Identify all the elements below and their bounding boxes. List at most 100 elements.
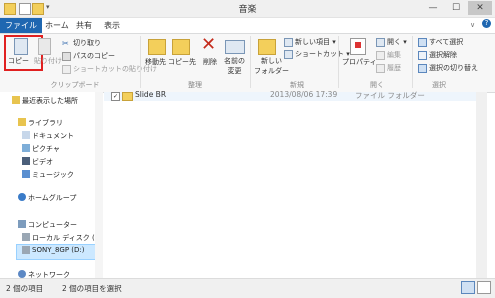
copy-path-button[interactable]: パスのコピー (62, 51, 115, 61)
nav-label: ローカル ディスク (C (32, 234, 100, 242)
new-folder-button[interactable]: 新しい フォルダー (254, 56, 289, 76)
open-label: 開く (387, 38, 401, 46)
removable-drive-icon (22, 246, 30, 254)
paste-shortcut-button[interactable]: ショートカットの貼り付け (62, 64, 157, 74)
delete-icon: ✕ (201, 34, 217, 55)
select-none-icon (418, 50, 427, 60)
group-separator (140, 36, 141, 88)
rename-icon (225, 40, 245, 54)
nav-scrollbar[interactable] (95, 92, 103, 278)
invert-selection-button[interactable]: 選択の切り替え (418, 63, 478, 73)
invert-selection-label: 選択の切り替え (429, 64, 478, 72)
disk-icon (22, 233, 30, 241)
cut-label: 切り取り (73, 39, 101, 47)
properties-button[interactable]: プロパティ (342, 57, 377, 67)
rename-button[interactable]: 名前の 変更 (224, 56, 245, 76)
large-icons-view-icon[interactable] (477, 281, 491, 294)
nav-item-libraries[interactable]: ライブラリ (18, 118, 63, 128)
row-checkbox[interactable]: ✓ (111, 92, 120, 101)
copy-button[interactable]: コピー (8, 56, 29, 66)
open-icon (376, 37, 385, 47)
folder-icon (122, 92, 133, 101)
minimize-button[interactable]: — (422, 1, 444, 15)
maximize-button[interactable]: ☐ (446, 1, 466, 15)
copy-to-icon (172, 39, 190, 55)
nav-item-recent[interactable]: 最近表示した場所 (12, 96, 78, 106)
status-items: 2 個の項目 (6, 284, 44, 293)
close-button[interactable]: ✕ (468, 1, 492, 15)
nav-item-pictures[interactable]: ピクチャ (22, 144, 60, 154)
help-icon[interactable]: ? (482, 19, 491, 28)
select-none-button[interactable]: 選択解除 (418, 50, 457, 60)
computer-icon (18, 220, 26, 228)
cut-button[interactable]: ✂ 切り取り (62, 38, 101, 48)
documents-icon (22, 131, 30, 139)
history-icon (376, 63, 385, 73)
rename-label-1: 名前の (224, 57, 245, 65)
tab-home[interactable]: ホーム (45, 18, 69, 33)
file-date: 2013/08/06 17:39 (270, 90, 338, 99)
paste-button[interactable]: 貼り付け (34, 56, 62, 66)
pictures-icon (22, 144, 30, 152)
nav-item-local-disk[interactable]: ローカル ディスク (C (22, 233, 100, 243)
edit-icon (376, 50, 385, 60)
music-icon (22, 170, 30, 178)
nav-label: ライブラリ (28, 119, 63, 127)
network-icon (18, 270, 26, 278)
tab-share[interactable]: 共有 (76, 18, 92, 33)
nav-item-videos[interactable]: ビデオ (22, 157, 53, 167)
open-button[interactable]: 開く ▾ (376, 37, 407, 47)
shortcut-icon (284, 49, 293, 59)
nav-item-computer[interactable]: コンピューター (18, 220, 77, 230)
shortcut-button[interactable]: ショートカット ▾ (284, 49, 350, 59)
copy-path-label: パスのコピー (73, 52, 115, 60)
move-to-button[interactable]: 移動先 (145, 57, 166, 67)
tab-file[interactable]: ファイル (0, 18, 42, 33)
nav-label: コンピューター (28, 221, 77, 229)
details-view-icon[interactable] (461, 281, 475, 294)
nav-item-homegroup[interactable]: ホームグループ (18, 193, 77, 203)
paste-shortcut-icon (62, 64, 71, 74)
move-to-icon (148, 39, 166, 55)
nav-item-documents[interactable]: ドキュメント (22, 131, 74, 141)
new-folder-icon (258, 39, 276, 55)
invert-selection-icon (418, 63, 427, 73)
expand-ribbon-icon[interactable]: ∨ (470, 21, 475, 29)
nav-label: ドキュメント (32, 132, 74, 140)
content-scrollbar[interactable] (476, 92, 487, 278)
edit-button[interactable]: 編集 (376, 50, 401, 60)
library-icon (18, 118, 26, 126)
recent-places-icon (12, 96, 20, 104)
file-type: ファイル フォルダー (355, 91, 425, 100)
clipboard-group-label: クリップボード (50, 81, 100, 89)
new-group-label: 新規 (290, 81, 304, 89)
file-list (104, 92, 476, 278)
edit-label: 編集 (387, 51, 401, 59)
copy-path-icon (62, 51, 71, 61)
new-item-label: 新しい項目 (295, 38, 330, 46)
copy-to-button[interactable]: コピー先 (168, 57, 196, 67)
window-title: 音楽 (238, 5, 257, 15)
new-item-button[interactable]: 新しい項目 ▾ (284, 37, 336, 47)
shortcut-label: ショートカット (295, 50, 344, 58)
select-all-icon (418, 37, 427, 47)
group-separator (412, 36, 413, 88)
nav-label: ミュージック (32, 171, 74, 179)
delete-button[interactable]: 削除 (203, 57, 217, 67)
history-label: 履歴 (387, 64, 401, 72)
select-all-button[interactable]: すべて選択 (418, 37, 463, 47)
status-selected: 2 個の項目を選択 (62, 284, 122, 293)
properties-icon (350, 38, 366, 55)
nav-label: ピクチャ (32, 145, 60, 153)
nav-item-music[interactable]: ミュージック (22, 170, 74, 180)
select-group-label: 選択 (432, 81, 446, 89)
scissors-icon: ✂ (62, 38, 69, 48)
history-button[interactable]: 履歴 (376, 63, 401, 73)
tab-view[interactable]: 表示 (104, 18, 120, 33)
group-separator (338, 36, 339, 88)
nav-item-sony[interactable]: SONY_8GP (D:) (22, 246, 85, 254)
new-folder-label-2: フォルダー (254, 67, 289, 75)
select-none-label: 選択解除 (429, 51, 457, 59)
nav-label: ホームグループ (28, 194, 77, 202)
nav-label: 最近表示した場所 (22, 97, 78, 105)
